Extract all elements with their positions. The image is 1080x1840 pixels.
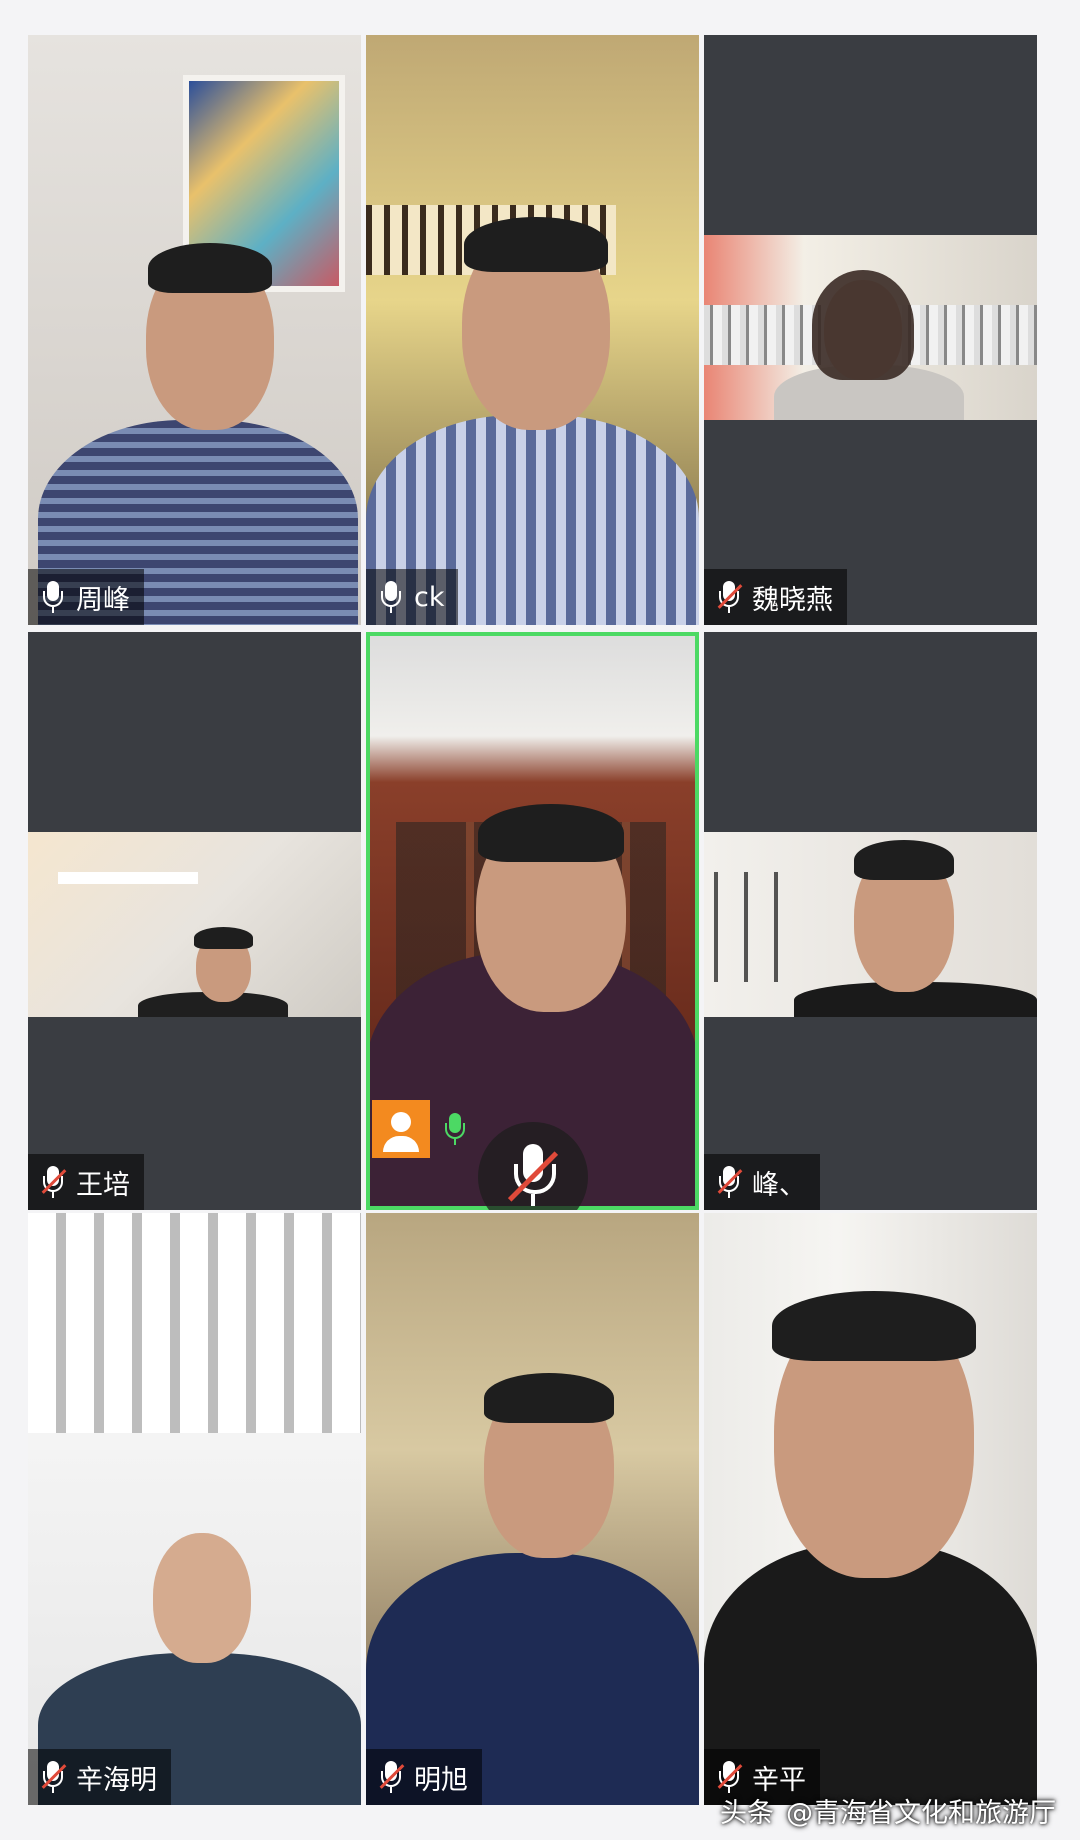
microphone-icon[interactable] [442,1111,468,1147]
participant-name: 周峰 [76,584,130,616]
participant-name: 明旭 [414,1764,468,1796]
participant-video [28,832,361,1017]
participant-label: 魏晓燕 [704,569,847,625]
participant-tile[interactable]: 峰、 [704,632,1037,1210]
microphone-muted-icon [716,1164,743,1200]
participant-tile[interactable]: ck [366,35,699,625]
watermark: 头条 @青海省文化和旅游厅 [720,1791,1056,1830]
participant-name: ck [414,581,445,613]
wall-shelf [58,872,198,884]
microphone-icon [40,579,66,615]
watermark-account: @青海省文化和旅游厅 [786,1798,1056,1829]
person-hair [148,243,272,293]
participant-tile[interactable]: 辛平 [704,1213,1037,1805]
shelf-decor [714,872,804,982]
participant-video [704,832,1037,1017]
participant-name: 魏晓燕 [752,584,833,616]
participant-tile[interactable]: 周峰 [28,35,361,625]
participant-video [704,1213,1037,1805]
video-grid: 周峰 ck 魏晓燕 王培 峰、 辛海明 明旭 辛平 [0,0,1080,1840]
striped-ceiling [28,1213,361,1433]
microphone-muted-icon [378,1759,405,1795]
participant-name: 峰、 [752,1169,806,1201]
participant-label: 峰、 [704,1154,820,1210]
person-hair [194,927,253,949]
participant-tile[interactable]: 辛海明 [28,1213,361,1805]
participant-name: 辛海明 [76,1764,157,1796]
person-avatar-icon[interactable] [372,1100,430,1158]
watermark-source: 头条 [720,1798,774,1829]
person-hair [478,804,624,862]
participant-video [28,1213,361,1805]
person-hair [464,217,608,272]
microphone-muted-icon [716,1759,743,1795]
person-hair [854,840,954,880]
speaker-controls [372,1100,468,1158]
microphone-muted-icon [716,579,743,615]
microphone-icon [378,579,404,615]
participant-label: 周峰 [28,569,144,625]
participant-tile[interactable]: 王培 [28,632,361,1210]
participant-video [366,35,699,625]
participant-label: 明旭 [366,1749,482,1805]
participant-tile-active[interactable] [366,632,699,1210]
participant-video [704,235,1037,420]
microphone-muted-icon [40,1759,67,1795]
person-hair [812,270,914,380]
person-head [153,1533,251,1663]
participant-video [28,35,361,625]
participant-label: 王培 [28,1154,144,1210]
person-hair [484,1373,614,1423]
person-hair [772,1291,976,1361]
participant-label: ck [366,569,459,625]
participant-name: 王培 [76,1169,130,1201]
participant-tile[interactable]: 魏晓燕 [704,35,1037,625]
participant-video [366,1213,699,1805]
participant-tile[interactable]: 明旭 [366,1213,699,1805]
participant-label: 辛海明 [28,1749,171,1805]
microphone-muted-icon [40,1164,67,1200]
